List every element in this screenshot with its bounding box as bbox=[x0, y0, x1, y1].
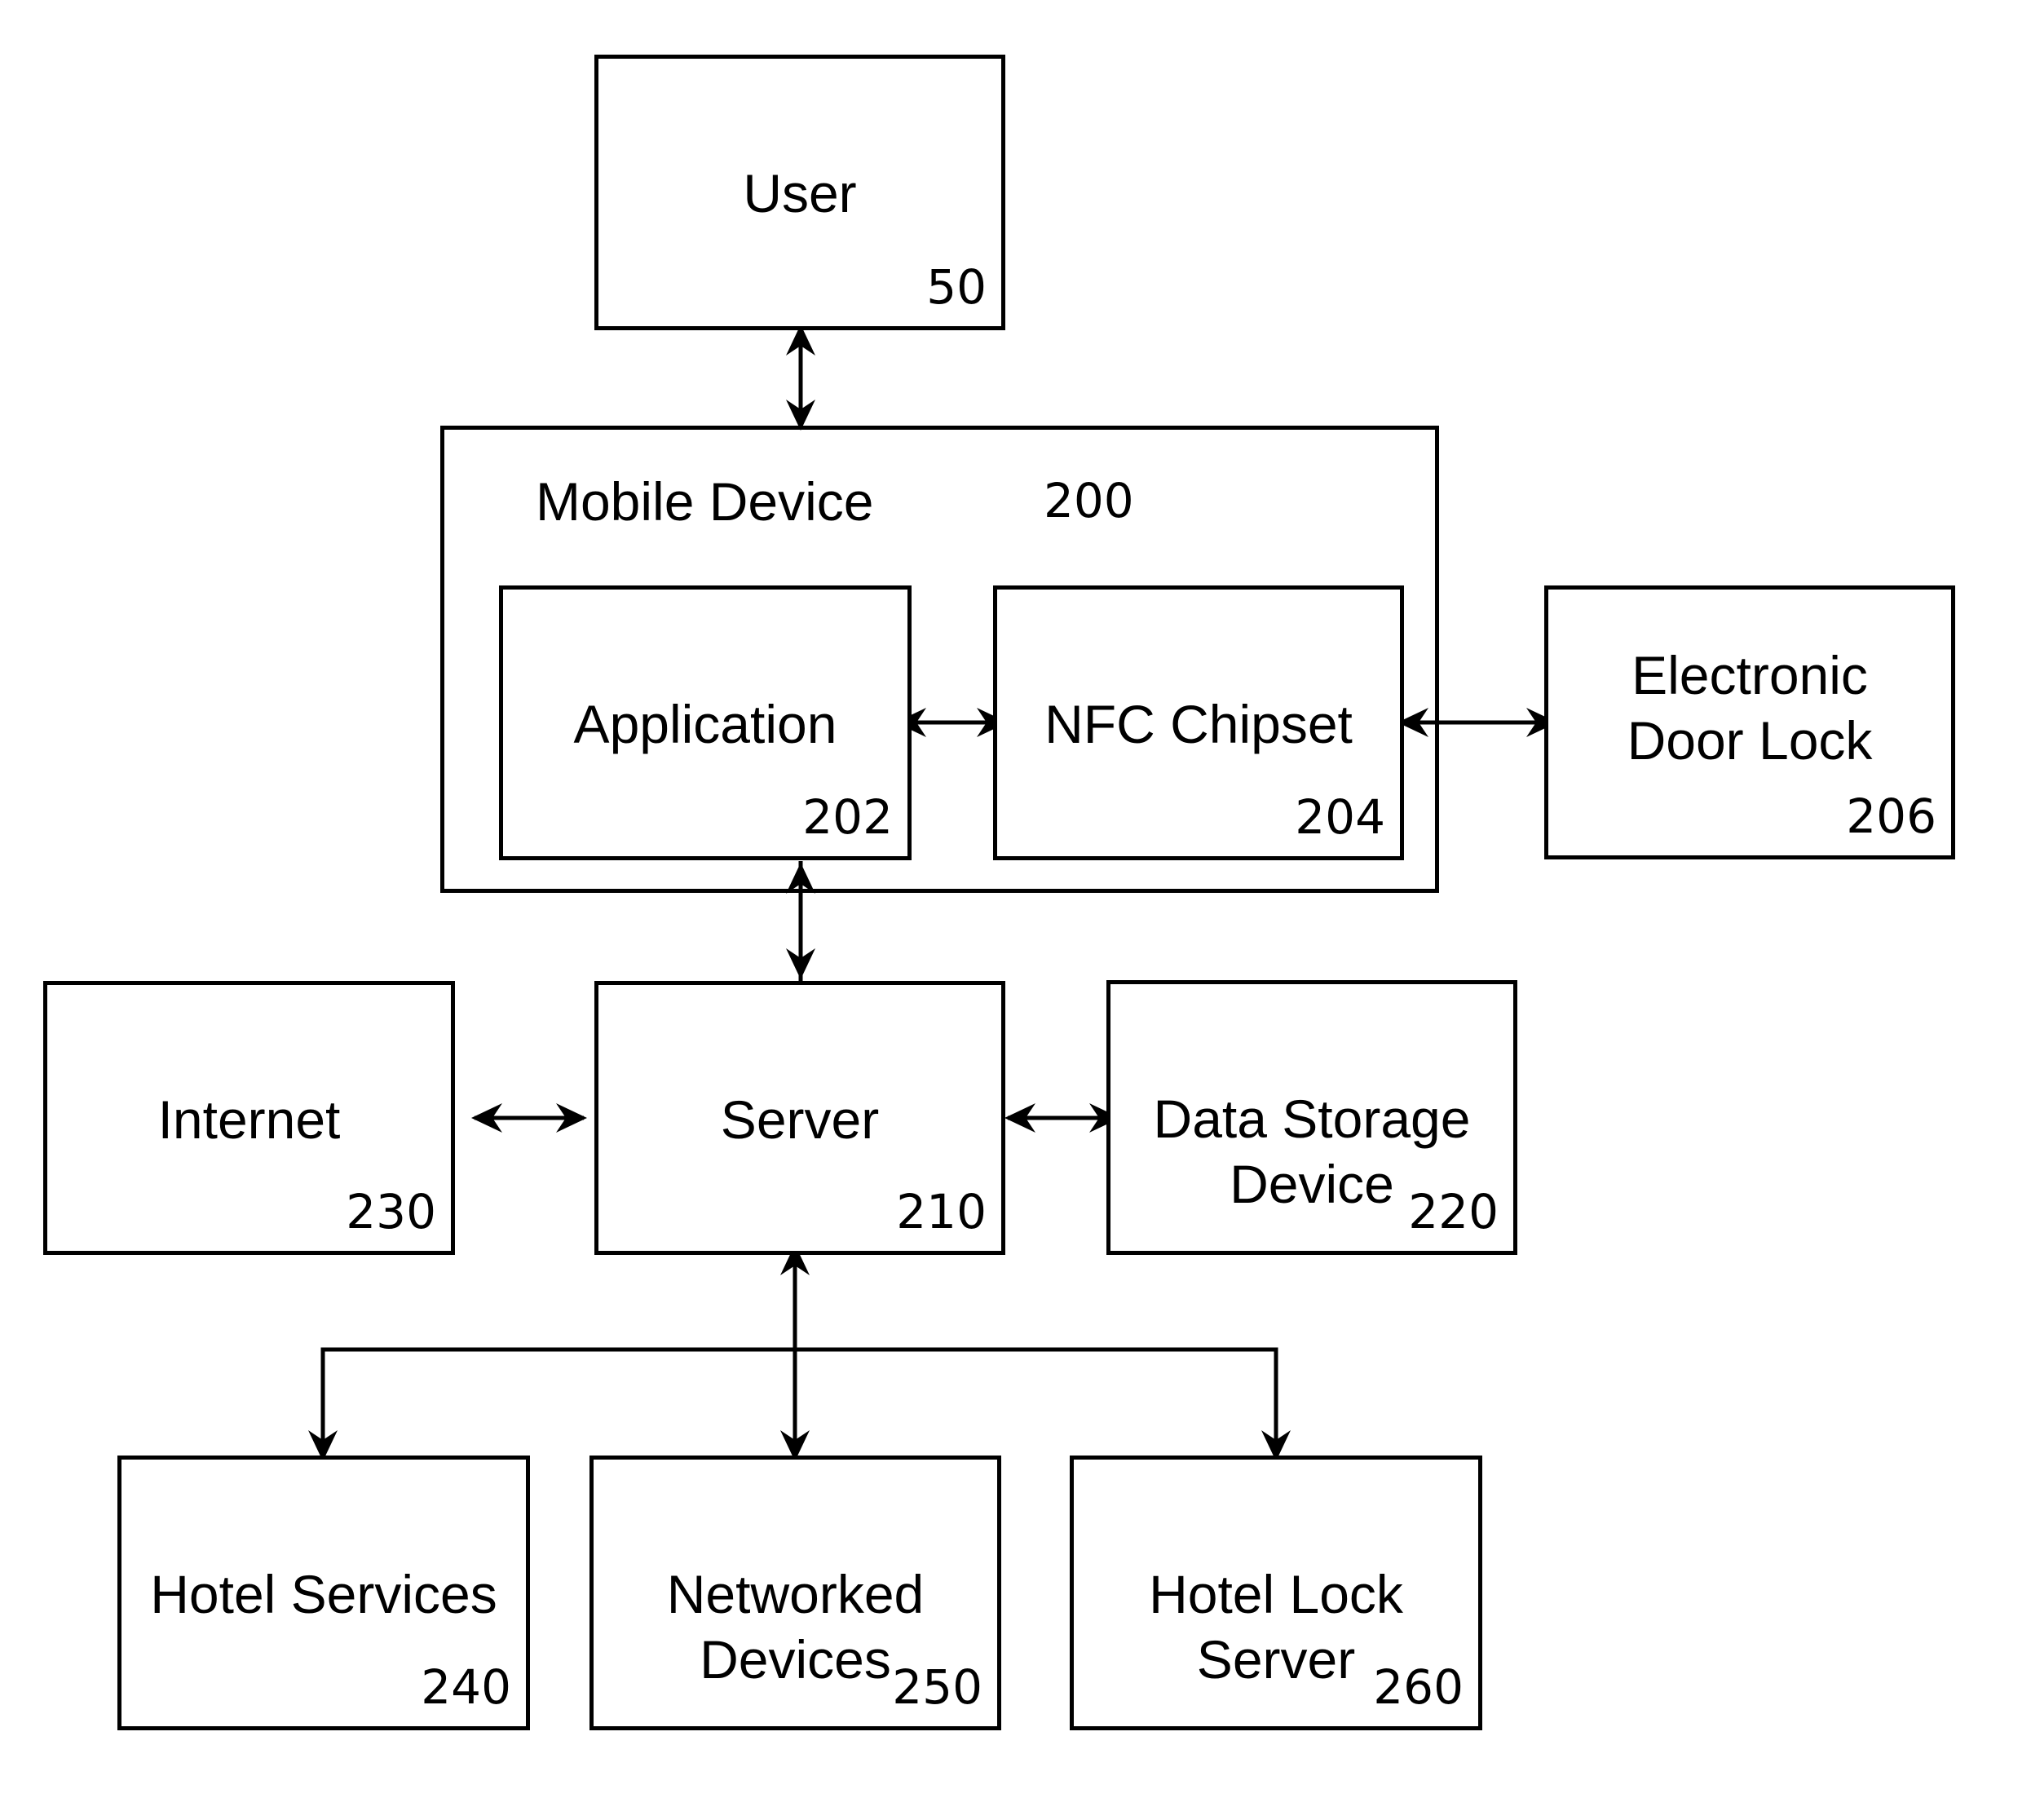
hotel-services-label: Hotel Services bbox=[150, 1564, 497, 1624]
hotel-lock-server-ref: 260 bbox=[1373, 1659, 1464, 1715]
user-box: User 50 bbox=[594, 55, 1005, 330]
hotel-lock-server-label-line1: Hotel Lock bbox=[1149, 1564, 1403, 1624]
hotel-lock-server-box: Hotel Lock Server 260 bbox=[1070, 1456, 1482, 1730]
nfc-chipset-box: NFC Chipset 204 bbox=[993, 585, 1404, 860]
data-storage-label-line1: Data Storage bbox=[1153, 1089, 1471, 1149]
networked-devices-box: Networked Devices 250 bbox=[589, 1456, 1001, 1730]
networked-devices-ref: 250 bbox=[892, 1659, 982, 1715]
data-storage-ref: 220 bbox=[1408, 1184, 1499, 1239]
data-storage-box: Data Storage Device 220 bbox=[1106, 980, 1517, 1255]
door-lock-ref: 206 bbox=[1846, 789, 1936, 844]
server-ref: 210 bbox=[896, 1184, 987, 1239]
internet-ref: 230 bbox=[346, 1184, 436, 1239]
mobile-device-label: Mobile Device bbox=[536, 471, 874, 532]
user-ref: 50 bbox=[926, 259, 987, 315]
door-lock-label-line1: Electronic bbox=[1631, 645, 1868, 705]
server-label: Server bbox=[720, 1089, 880, 1150]
door-lock-label-line2: Door Lock bbox=[1627, 710, 1873, 771]
hotel-services-ref: 240 bbox=[421, 1659, 511, 1715]
mobile-device-ref: 200 bbox=[1044, 473, 1134, 528]
networked-devices-label-line1: Networked bbox=[666, 1564, 925, 1624]
application-box: Application 202 bbox=[499, 585, 912, 860]
application-ref: 202 bbox=[802, 789, 893, 845]
user-label: User bbox=[743, 163, 857, 223]
internet-box: Internet 230 bbox=[43, 981, 455, 1255]
internet-label: Internet bbox=[157, 1089, 341, 1150]
nfc-chipset-ref: 204 bbox=[1295, 789, 1385, 845]
hotel-services-box: Hotel Services 240 bbox=[117, 1456, 530, 1730]
door-lock-box: Electronic Door Lock 206 bbox=[1544, 585, 1955, 859]
application-label: Application bbox=[573, 694, 837, 754]
server-box: Server 210 bbox=[594, 981, 1005, 1255]
nfc-chipset-label: NFC Chipset bbox=[1044, 694, 1353, 754]
